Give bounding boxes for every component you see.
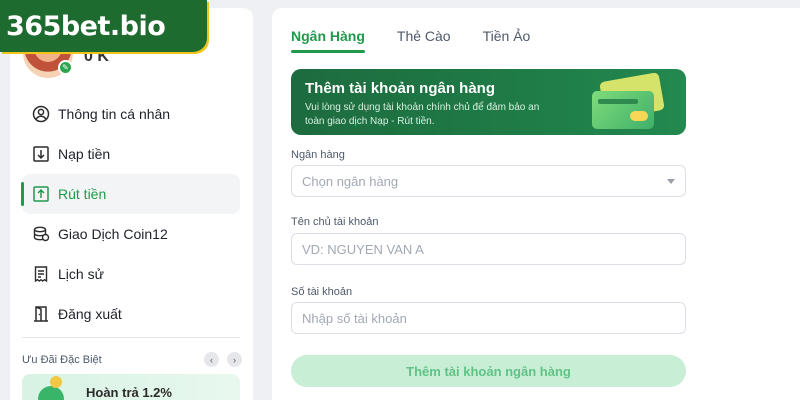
sidebar-item-history[interactable]: Lịch sử (22, 254, 240, 294)
account-number-label: Số tài khoản (291, 286, 353, 298)
account-number-input[interactable] (302, 310, 675, 326)
promo-header: Ưu Đãi Đặc Biệt ‹ › (22, 352, 242, 367)
upload-icon (32, 185, 50, 203)
sidebar-item-label: Lịch sử (58, 266, 104, 282)
bank-select[interactable]: Chọn ngân hàng (291, 165, 686, 197)
sidebar-item-label: Giao Dịch Coin12 (58, 226, 168, 242)
promo-title: Ưu Đãi Đặc Biệt (22, 353, 102, 366)
add-bank-account-button[interactable]: Thêm tài khoản ngân hàng (291, 355, 686, 387)
banner-title: Thêm tài khoản ngân hàng (305, 80, 496, 97)
tab-bank[interactable]: Ngân Hàng (291, 28, 365, 53)
logo-text: 365bet.bio (6, 10, 166, 42)
sidebar-item-logout[interactable]: Đăng xuất (22, 294, 240, 334)
bank-select-placeholder: Chọn ngân hàng (302, 173, 399, 189)
site-logo: 365bet.bio (0, 0, 207, 52)
sidebar: ✎ 0 K Thông tin cá nhân Nạp tiền Rút tiề… (10, 8, 253, 400)
sidebar-item-label: Thông tin cá nhân (58, 106, 171, 122)
add-bank-banner: Thêm tài khoản ngân hàng Vui lòng sử dụn… (291, 69, 686, 135)
account-holder-field[interactable] (291, 233, 686, 265)
banner-description: Vui lòng sử dụng tài khoản chính chủ để … (305, 102, 540, 127)
sidebar-item-profile[interactable]: Thông tin cá nhân (22, 94, 240, 134)
payment-method-tabs: Ngân Hàng Thẻ Cào Tiền Ảo (291, 28, 562, 53)
sidebar-item-withdraw[interactable]: Rút tiền (21, 174, 240, 214)
user-circle-icon (32, 105, 50, 123)
bank-card-icon (590, 72, 666, 129)
sidebar-item-deposit[interactable]: Nạp tiền (22, 134, 240, 174)
main-panel: Ngân Hàng Thẻ Cào Tiền Ảo Thêm tài khoản… (272, 8, 800, 400)
account-holder-input[interactable] (302, 241, 675, 257)
download-icon (32, 145, 50, 163)
promo-card-text: Hoàn trả 1.2% (86, 385, 172, 400)
sidebar-item-label: Đăng xuất (58, 306, 122, 322)
sidebar-divider (22, 337, 240, 338)
tab-crypto[interactable]: Tiền Ảo (483, 28, 531, 53)
sidebar-item-label: Rút tiền (58, 186, 107, 202)
sidebar-menu: Thông tin cá nhân Nạp tiền Rút tiền Giao… (21, 94, 240, 334)
bank-label: Ngân hàng (291, 149, 345, 161)
coins-icon (32, 225, 50, 243)
chevron-right-icon[interactable]: › (227, 352, 242, 367)
door-exit-icon (32, 305, 50, 323)
sidebar-item-coin-transactions[interactable]: Giao Dịch Coin12 (22, 214, 240, 254)
account-holder-label: Tên chủ tài khoản (291, 216, 379, 228)
account-number-field[interactable] (291, 302, 686, 334)
tab-scratch-card[interactable]: Thẻ Cào (397, 28, 451, 53)
sidebar-item-label: Nạp tiền (58, 146, 111, 162)
chevron-down-icon (667, 178, 675, 184)
edit-avatar-icon[interactable]: ✎ (58, 60, 73, 75)
promo-card[interactable]: Hoàn trả 1.2% (22, 374, 240, 400)
receipt-icon (32, 265, 50, 283)
chevron-left-icon[interactable]: ‹ (204, 352, 219, 367)
money-bag-icon (32, 374, 72, 400)
